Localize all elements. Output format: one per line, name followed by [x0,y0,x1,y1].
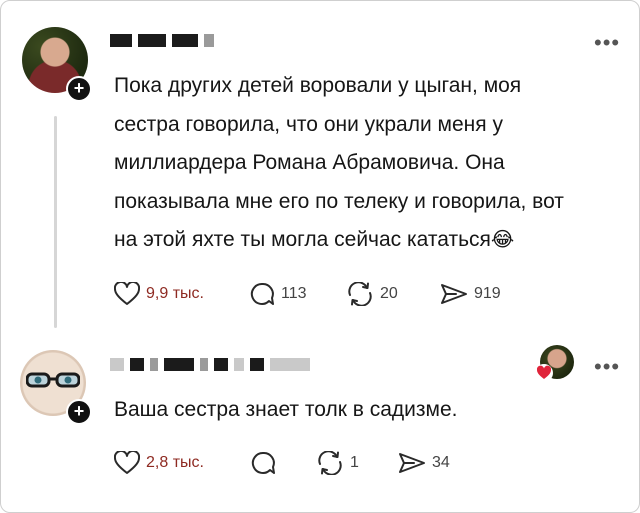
more-dots-icon[interactable]: ••• [594,356,620,378]
heart-icon [535,364,553,382]
post-text: Ваша сестра знает толк в садизме. [114,391,614,430]
post-text-content: Пока других детей воровали у цыган, моя … [114,74,564,251]
repost-button[interactable]: 20 [346,282,440,306]
glasses-graphic [26,372,80,388]
post-text-content: Ваша сестра знает толк в садизме. [114,398,458,421]
heart-icon [114,282,140,305]
post-actions: 2,8 тыс. 1 34 [114,451,450,475]
share-button[interactable]: 34 [398,451,450,475]
repost-button[interactable]: 1 [316,451,398,475]
comment-count: 113 [281,285,307,302]
emoji-laughing: 😂 [490,229,515,251]
post-text: Пока других детей воровали у цыган, моя … [114,67,614,260]
comment-bubble-icon [250,282,274,305]
send-icon [441,284,467,304]
thread-line [54,116,57,328]
plus-icon[interactable]: + [66,399,92,425]
more-dots-icon[interactable]: ••• [594,32,620,54]
post-actions: 9,9 тыс. 113 20 919 [114,282,501,306]
share-count: 34 [432,454,450,471]
repost-icon [318,451,342,475]
send-icon [399,453,425,473]
repost-count: 20 [380,285,398,302]
comment-bubble-icon [251,451,275,474]
repost-icon [348,282,372,306]
like-button[interactable]: 9,9 тыс. [114,282,249,306]
share-count: 919 [474,285,501,302]
share-button[interactable]: 919 [440,282,501,306]
like-button[interactable]: 2,8 тыс. [114,451,250,475]
username-redacted[interactable] [110,34,214,47]
like-count: 9,9 тыс. [146,285,204,302]
repost-count: 1 [350,454,359,471]
like-count: 2,8 тыс. [146,454,204,471]
heart-icon [114,451,140,474]
comment-button[interactable] [250,451,316,475]
plus-icon[interactable]: + [66,76,92,102]
username-redacted[interactable] [110,358,310,371]
comment-button[interactable]: 113 [249,282,346,306]
